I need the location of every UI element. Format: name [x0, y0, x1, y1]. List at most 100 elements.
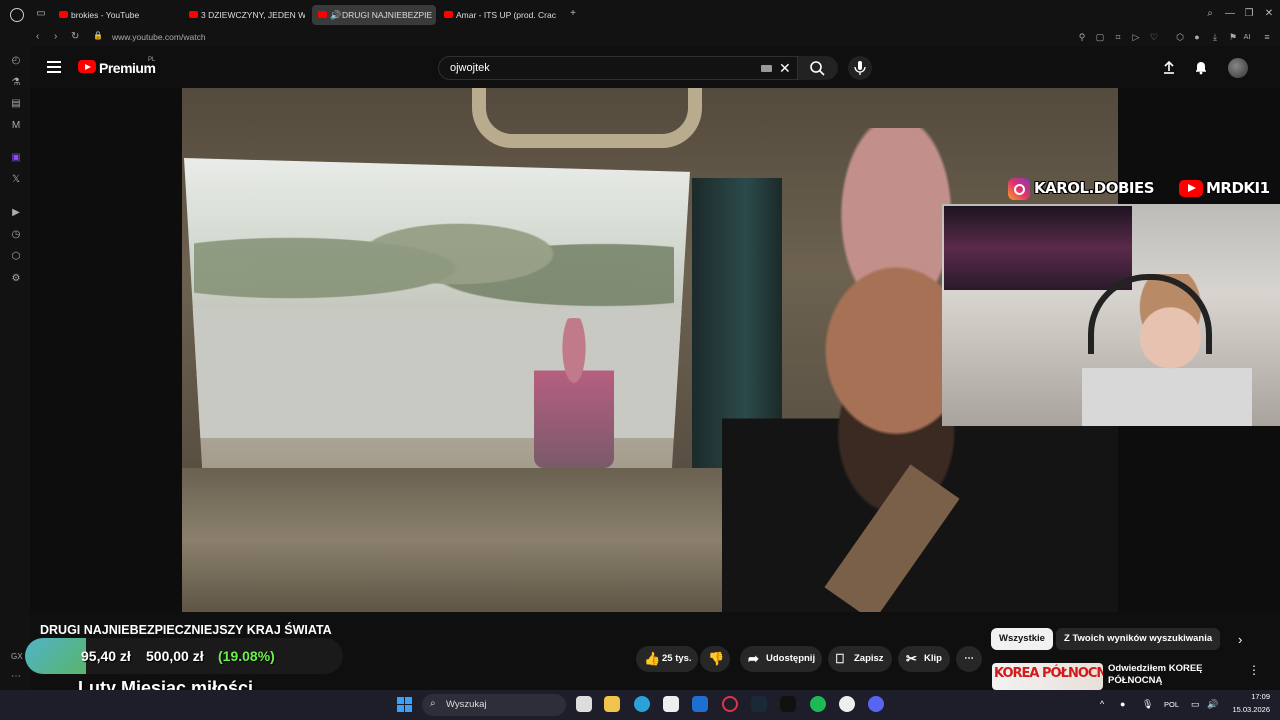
chip-all[interactable]: Wszystkie	[991, 628, 1053, 650]
lock-icon: 🔒	[93, 31, 103, 40]
file-explorer-icon[interactable]	[604, 696, 620, 712]
chips-next-chevron-icon[interactable]: ›	[1238, 632, 1242, 647]
tab-search-icon[interactable]: ⌕	[1204, 8, 1216, 20]
tab-amar-its-up[interactable]: Amar - ITS UP (prod. Crac	[442, 5, 562, 25]
store-icon[interactable]	[663, 696, 679, 712]
player-icon[interactable]: ▶	[10, 207, 22, 219]
clock-date[interactable]: 15.03.2026	[1222, 705, 1270, 714]
account-avatar[interactable]	[1228, 58, 1248, 78]
dislike-button[interactable]: 👎	[700, 646, 730, 672]
wallet-icon[interactable]: ⚑	[1228, 32, 1238, 42]
donation-current: 95,40 zł	[81, 648, 131, 664]
gx-label: GX	[11, 652, 23, 661]
task-view-icon[interactable]	[576, 696, 592, 712]
x-icon[interactable]: 𝕏	[10, 174, 22, 186]
crop-icon[interactable]: ⌗	[1113, 32, 1123, 42]
scissors-icon: ✂	[906, 651, 917, 666]
youtube-logo-icon[interactable]	[78, 60, 96, 73]
outlook-icon[interactable]	[692, 696, 708, 712]
menu-icon[interactable]: ≡	[1262, 32, 1272, 42]
snapshot-icon[interactable]: ▢	[1095, 32, 1105, 42]
tray-overflow-icon[interactable]: ^	[1100, 699, 1104, 709]
back-icon[interactable]: ‹	[36, 31, 39, 42]
download-icon[interactable]: ⤓	[1210, 32, 1220, 42]
twitch-icon[interactable]: ▣	[10, 152, 22, 164]
gx-corner-icon[interactable]: ▤	[10, 98, 22, 110]
chatgpt-icon[interactable]	[839, 696, 855, 712]
heart-icon[interactable]: ♡	[1149, 32, 1159, 42]
language-indicator[interactable]: POL	[1164, 700, 1179, 709]
search-icon	[810, 61, 825, 76]
thumbs-up-icon: 👍	[644, 651, 661, 666]
profile-icon[interactable]: ●	[1192, 32, 1202, 42]
video-title: DRUGI NAJNIEBEZPIECZNIEJSZY KRAJ ŚWIATA	[40, 623, 332, 637]
tray-app-icon[interactable]: ●	[1120, 699, 1125, 709]
search-button[interactable]	[798, 56, 838, 80]
keyboard-icon[interactable]	[761, 65, 772, 72]
settings-icon[interactable]: ⚙	[10, 273, 22, 285]
pin-icon[interactable]: ⚲	[1077, 32, 1087, 42]
url-field[interactable]: www.youtube.com/watch	[112, 32, 206, 42]
close-window-icon[interactable]: ✕	[1263, 8, 1275, 20]
more-dots-icon: ⋯	[964, 653, 974, 664]
like-button[interactable]: 👍 25 tys.	[636, 646, 698, 672]
hamburger-menu-icon[interactable]	[47, 61, 61, 73]
more-actions-button[interactable]: ⋯	[956, 646, 982, 672]
recommendation-thumbnail[interactable]: KOREA PÓŁNOCNA	[992, 663, 1103, 690]
opera-logo-icon[interactable]	[10, 8, 24, 22]
epic-games-icon[interactable]	[780, 696, 796, 712]
taskbar-search[interactable]: ⌕ Wyszukaj	[422, 694, 566, 716]
donation-progress-fill	[25, 638, 86, 674]
recommendation-menu-icon[interactable]: ⋮	[1248, 663, 1260, 677]
new-tab-button[interactable]: +	[567, 8, 579, 20]
tray-mic-icon[interactable]: 🎙	[1142, 699, 1153, 710]
aria-icon[interactable]: ◴	[10, 55, 22, 67]
spotify-icon[interactable]	[810, 696, 826, 712]
tab-brokies[interactable]: brokies - YouTube	[57, 5, 179, 25]
share-button[interactable]: ➦ Udostępnij	[740, 646, 822, 672]
search-icon: ⌕	[430, 698, 436, 709]
network-icon[interactable]: ▭	[1191, 699, 1200, 710]
voice-search-button[interactable]	[848, 56, 872, 80]
clear-search-icon[interactable]: ✕	[779, 60, 791, 77]
youtube-favicon-icon	[318, 11, 327, 18]
messenger-icon[interactable]: M	[10, 120, 22, 132]
tab-drugi-najniebezpieczniejszy[interactable]: 🔊 DRUGI NAJNIEBEZPIE	[312, 5, 436, 25]
crypto-icon[interactable]: ⚗	[10, 77, 22, 89]
tab-3-dziewczyny[interactable]: 3 DZIEWCZYNY, JEDEN W	[187, 5, 305, 25]
discord-icon[interactable]	[868, 696, 884, 712]
extensions-sidebar-icon[interactable]: ⬡	[10, 251, 22, 263]
reload-icon[interactable]: ↻	[71, 31, 79, 42]
steam-icon[interactable]	[751, 696, 767, 712]
opera-gx-icon[interactable]	[722, 696, 738, 712]
volume-icon[interactable]: 🔊	[1207, 699, 1218, 710]
speaker-icon[interactable]: 🔊	[330, 5, 341, 25]
clock-time[interactable]: 17:09	[1228, 692, 1270, 701]
forward-icon[interactable]: ›	[54, 31, 57, 42]
extensions-icon[interactable]: ⬡	[1175, 32, 1185, 42]
youtube-favicon-icon	[59, 11, 68, 18]
history-icon[interactable]: ◷	[10, 229, 22, 241]
bookmark-icon: ⎕	[836, 651, 844, 666]
start-button[interactable]	[397, 697, 412, 712]
youtube-favicon-icon	[189, 11, 198, 18]
search-input[interactable]: ojwojtek ✕	[438, 56, 798, 80]
clip-button[interactable]: ✂ Klip	[898, 646, 950, 672]
minimize-icon[interactable]: —	[1224, 8, 1236, 20]
region-code: PL	[148, 57, 156, 63]
restore-icon[interactable]: ❐	[1243, 8, 1255, 20]
tab-overview-icon[interactable]: ▭	[35, 8, 47, 20]
chip-from-your-search[interactable]: Z Twoich wyników wyszukiwania	[1056, 628, 1221, 650]
play-icon[interactable]: ▷	[1131, 32, 1141, 42]
ai-button[interactable]: AI	[1240, 32, 1254, 42]
edge-icon[interactable]	[634, 696, 650, 712]
notifications-bell-icon[interactable]	[1193, 59, 1209, 80]
microphone-icon	[854, 61, 866, 75]
upload-icon[interactable]	[1161, 59, 1177, 80]
recommendation-title[interactable]: Odwiedziłem KOREĘ PÓŁNOCNĄ	[1108, 663, 1228, 687]
save-button[interactable]: ⎕ Zapisz	[828, 646, 892, 672]
more-options-icon[interactable]: ⋯	[11, 671, 21, 682]
video-player[interactable]: KAROL.DOBIES MRDKI1	[30, 88, 1280, 612]
instagram-handle: KAROL.DOBIES	[1034, 179, 1155, 197]
youtube-premium-logo[interactable]: Premium	[99, 60, 156, 76]
